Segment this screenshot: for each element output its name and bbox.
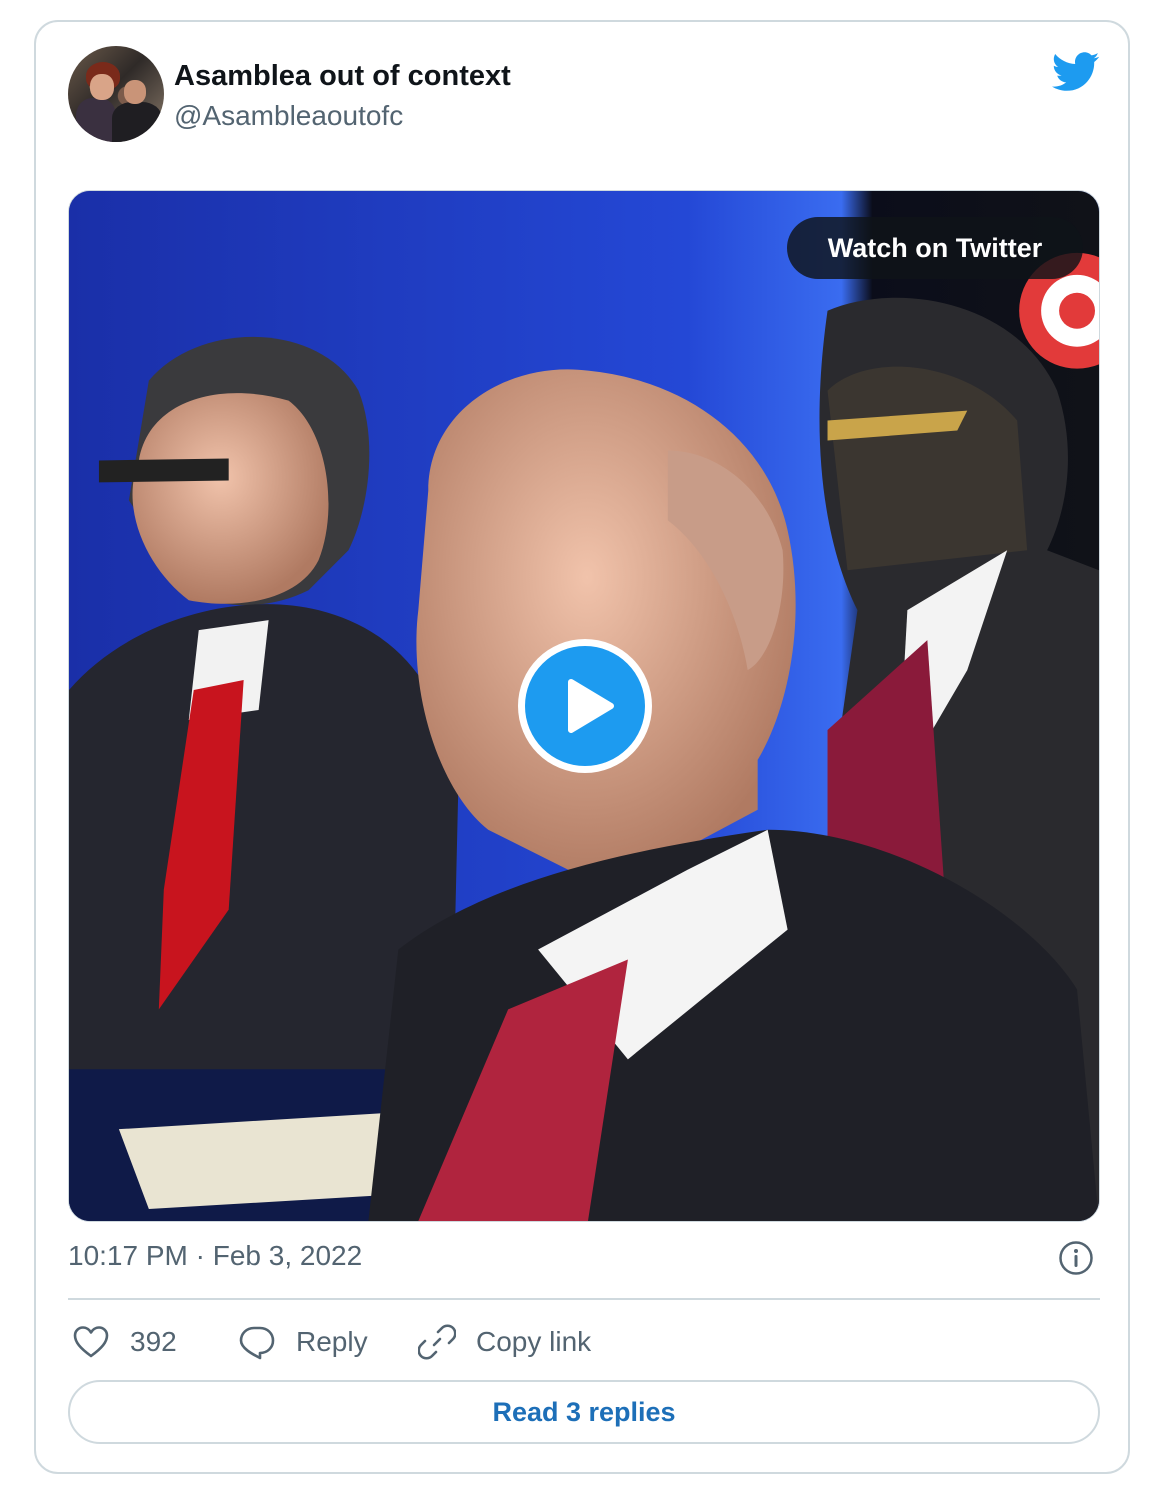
speech-bubble-icon xyxy=(239,1326,275,1360)
play-button[interactable] xyxy=(518,639,652,773)
copy-link-button[interactable]: Copy link xyxy=(418,1322,591,1362)
play-icon xyxy=(568,679,614,733)
copy-link-label: Copy link xyxy=(476,1326,592,1357)
tweet-card: Asamblea out of context @Asambleaoutofc xyxy=(34,20,1130,1474)
link-icon xyxy=(418,1324,456,1360)
read-replies-button[interactable]: Read 3 replies xyxy=(68,1380,1100,1444)
like-button[interactable]: 392 xyxy=(72,1322,177,1362)
watch-on-twitter-button[interactable]: Watch on Twitter xyxy=(787,217,1083,279)
divider xyxy=(68,1298,1100,1300)
tweet-timestamp[interactable]: 10:17 PM · Feb 3, 2022 xyxy=(68,1240,362,1272)
twitter-bird-icon[interactable] xyxy=(1052,52,1100,92)
author-handle[interactable]: @Asambleaoutofc xyxy=(174,100,403,132)
author-name[interactable]: Asamblea out of context xyxy=(174,60,511,93)
video-player[interactable]: Watch on Twitter xyxy=(68,190,1100,1222)
author-avatar[interactable] xyxy=(68,46,164,142)
heart-icon xyxy=(73,1326,109,1358)
like-count: 392 xyxy=(130,1326,177,1357)
info-icon[interactable] xyxy=(1058,1240,1094,1276)
reply-label: Reply xyxy=(296,1326,368,1357)
reply-button[interactable]: Reply xyxy=(238,1322,368,1362)
